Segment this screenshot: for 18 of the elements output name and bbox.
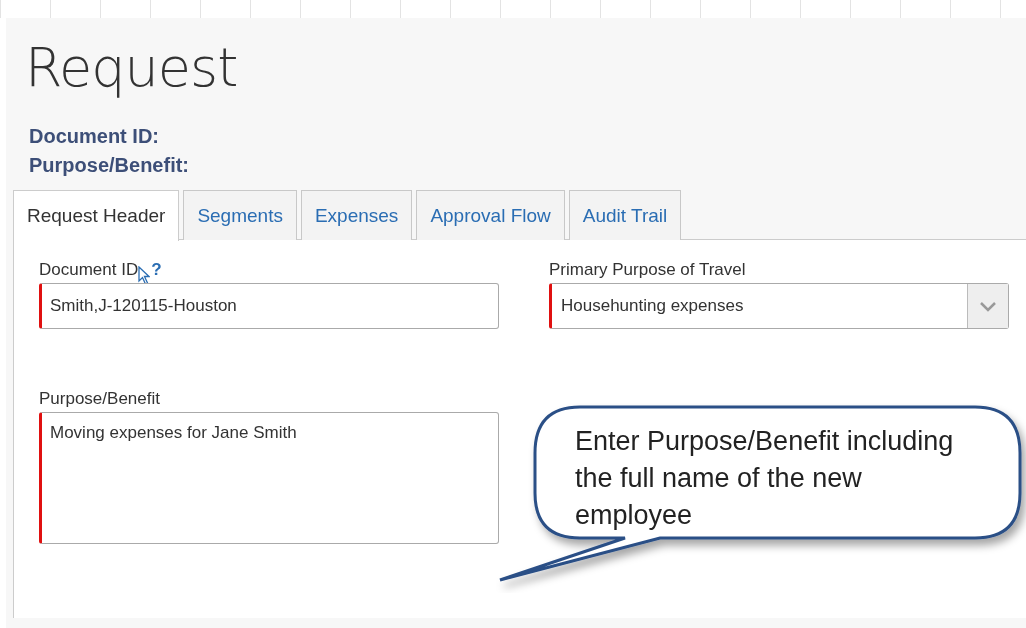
dropdown[interactable]: Househunting expenses bbox=[549, 283, 1009, 329]
help-mark[interactable]: ? bbox=[151, 260, 162, 280]
tab[interactable]: Segments bbox=[183, 190, 297, 240]
text-area[interactable]: Moving expenses for Jane Smith bbox=[39, 412, 499, 544]
page-title: Request bbox=[25, 36, 238, 99]
cursor-arrow-icon bbox=[138, 266, 151, 286]
tab[interactable]: Expenses bbox=[300, 190, 413, 240]
tab[interactable]: Approval Flow bbox=[416, 190, 565, 240]
callout-text: Enter Purpose/Benefit including the full name of the new employee bbox=[575, 425, 955, 532]
summary-label: Purpose/Benefit: bbox=[29, 154, 190, 177]
field-label: Purpose/Benefit bbox=[39, 389, 160, 409]
chevron-down-icon bbox=[967, 284, 1008, 328]
field-label: Document ID bbox=[39, 260, 139, 280]
tab[interactable]: Request Header bbox=[13, 190, 180, 241]
field-label: Primary Purpose of Travel bbox=[549, 260, 746, 280]
tab[interactable]: Audit Trail bbox=[568, 190, 682, 240]
summary-label: Document ID: bbox=[29, 125, 159, 148]
text-field[interactable]: Smith,J-120115-Houston bbox=[39, 283, 499, 329]
